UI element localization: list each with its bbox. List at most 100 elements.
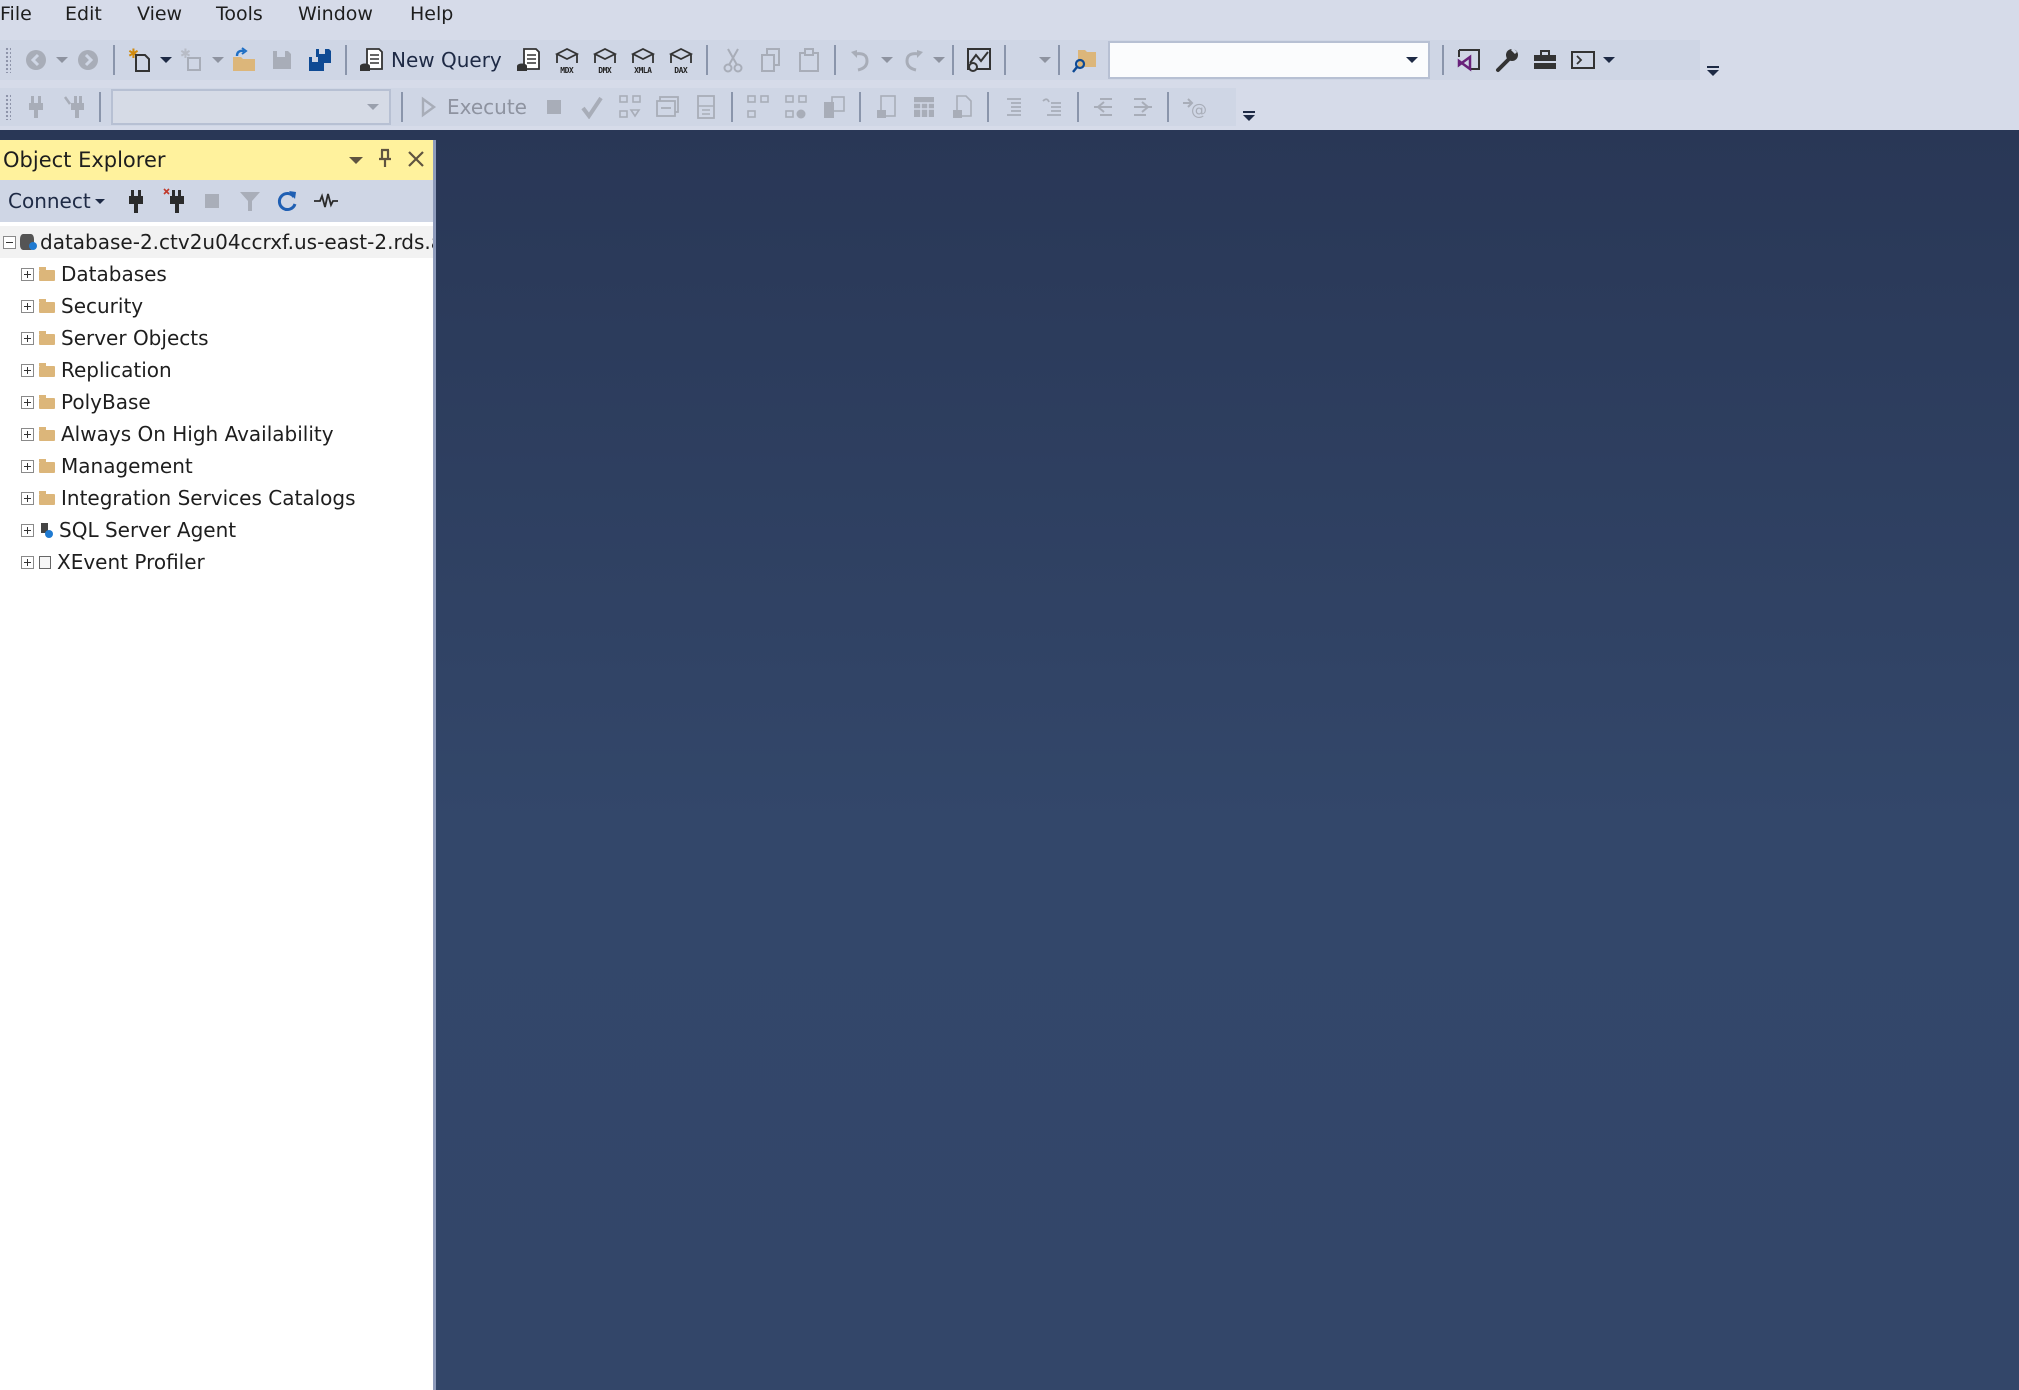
parse-checkmark-icon[interactable] xyxy=(577,92,607,122)
tree-node-server[interactable]: database-2.ctv2u04ccrxf.us-east-2.rds.am… xyxy=(0,226,433,258)
cut-icon[interactable] xyxy=(718,45,748,75)
comment-out-icon[interactable] xyxy=(999,92,1029,122)
open-file-icon[interactable] xyxy=(229,45,259,75)
dax-query-icon[interactable]: DAX xyxy=(666,45,696,75)
intellisense-icon[interactable] xyxy=(691,92,721,122)
forward-arrow-icon[interactable] xyxy=(73,45,103,75)
results-to-file-icon[interactable] xyxy=(947,92,977,122)
toolbar-overflow-icon[interactable] xyxy=(1242,109,1256,123)
toolbar-grip[interactable] xyxy=(5,94,11,120)
expand-icon[interactable] xyxy=(21,491,34,505)
add-item-icon[interactable]: ✱ xyxy=(177,45,207,75)
expand-icon[interactable] xyxy=(21,427,34,441)
toolbox-icon[interactable] xyxy=(1530,45,1560,75)
tree-node-always-on[interactable]: Always On High Availability xyxy=(0,418,433,450)
change-connection-icon[interactable] xyxy=(59,92,89,122)
menu-view[interactable]: View xyxy=(137,3,182,25)
back-arrow-icon[interactable] xyxy=(21,45,51,75)
increase-indent-icon[interactable] xyxy=(1127,92,1157,122)
new-query-icon[interactable] xyxy=(357,45,387,75)
back-dropdown[interactable] xyxy=(55,45,69,75)
new-project-dropdown[interactable] xyxy=(159,45,173,75)
search-combobox[interactable] xyxy=(1107,41,1430,79)
results-to-text-icon[interactable] xyxy=(871,92,901,122)
toolbar-overflow-icon[interactable] xyxy=(1706,64,1720,78)
uncomment-icon[interactable] xyxy=(1037,92,1067,122)
pin-icon[interactable] xyxy=(377,148,393,173)
expand-icon[interactable] xyxy=(21,331,34,345)
expand-icon[interactable] xyxy=(21,459,34,473)
display-estimated-plan-icon[interactable] xyxy=(615,92,645,122)
activity-monitor-icon[interactable] xyxy=(964,45,994,75)
dmx-query-icon[interactable]: DMX xyxy=(590,45,620,75)
filter-icon[interactable] xyxy=(235,186,265,216)
tree-node-sql-server-agent[interactable]: SQL Server Agent xyxy=(0,514,433,546)
solution-config-dropdown[interactable] xyxy=(1038,45,1052,75)
cancel-query-icon[interactable] xyxy=(539,92,569,122)
chevron-down-icon[interactable] xyxy=(367,104,379,110)
new-query-button[interactable]: New Query xyxy=(391,48,502,72)
wrench-icon[interactable] xyxy=(1492,45,1522,75)
chevron-down-icon[interactable] xyxy=(1405,57,1418,63)
menu-tools[interactable]: Tools xyxy=(216,3,263,25)
find-in-files-icon[interactable] xyxy=(1070,45,1100,75)
mdx-query-icon[interactable]: MDX xyxy=(552,45,582,75)
menu-help[interactable]: Help xyxy=(410,3,453,25)
undo-icon[interactable] xyxy=(846,45,876,75)
xmla-query-icon[interactable]: XMLA xyxy=(628,45,658,75)
tree-node-xevent-profiler[interactable]: XEvent Profiler xyxy=(0,546,433,578)
redo-dropdown[interactable] xyxy=(932,45,946,75)
expand-icon[interactable] xyxy=(21,395,34,409)
decrease-indent-icon[interactable] xyxy=(1089,92,1119,122)
tree-node-label: Server Objects xyxy=(61,326,209,350)
tree-node-management[interactable]: Management xyxy=(0,450,433,482)
expand-icon[interactable] xyxy=(21,267,34,281)
add-item-dropdown[interactable] xyxy=(211,45,225,75)
tree-node-databases[interactable]: Databases xyxy=(0,258,433,290)
connect-button[interactable]: Connect xyxy=(8,189,105,213)
menu-file[interactable]: File xyxy=(0,3,32,25)
new-project-icon[interactable]: ✱ xyxy=(125,45,155,75)
paste-icon[interactable] xyxy=(794,45,824,75)
tree-node-polybase[interactable]: PolyBase xyxy=(0,386,433,418)
tree-node-replication[interactable]: Replication xyxy=(0,354,433,386)
tree-node-security[interactable]: Security xyxy=(0,290,433,322)
command-window-dropdown[interactable] xyxy=(1602,45,1616,75)
expand-icon[interactable] xyxy=(21,523,34,537)
execute-button[interactable]: Execute xyxy=(447,95,527,119)
connect-plug-icon[interactable] xyxy=(121,186,151,216)
tree-node-integration-services[interactable]: Integration Services Catalogs xyxy=(0,482,433,514)
folder-icon xyxy=(39,267,55,281)
expand-icon[interactable] xyxy=(21,555,34,569)
collapse-icon[interactable] xyxy=(3,235,16,249)
copy-icon[interactable] xyxy=(756,45,786,75)
command-window-icon[interactable] xyxy=(1568,45,1598,75)
menu-edit[interactable]: Edit xyxy=(65,3,102,25)
database-engine-query-icon[interactable] xyxy=(514,45,544,75)
connect-plug-icon[interactable] xyxy=(21,92,51,122)
close-icon[interactable] xyxy=(407,147,425,173)
specify-template-values-icon[interactable]: @ xyxy=(1179,92,1209,122)
refresh-icon[interactable] xyxy=(273,186,303,216)
undo-dropdown[interactable] xyxy=(880,45,894,75)
menu-window[interactable]: Window xyxy=(298,3,373,25)
execute-play-icon[interactable] xyxy=(413,92,443,122)
window-position-dropdown-icon[interactable] xyxy=(349,157,363,164)
activity-monitor-icon[interactable] xyxy=(311,186,341,216)
visual-studio-icon[interactable] xyxy=(1454,45,1484,75)
tree-node-server-objects[interactable]: Server Objects xyxy=(0,322,433,354)
live-query-statistics-icon[interactable] xyxy=(781,92,811,122)
expand-icon[interactable] xyxy=(21,363,34,377)
toolbar-grip[interactable] xyxy=(5,47,11,73)
include-actual-plan-icon[interactable] xyxy=(743,92,773,122)
redo-icon[interactable] xyxy=(898,45,928,75)
expand-icon[interactable] xyxy=(21,299,34,313)
results-to-grid-icon[interactable] xyxy=(909,92,939,122)
query-options-icon[interactable] xyxy=(653,92,683,122)
disconnect-icon[interactable] xyxy=(159,186,189,216)
save-all-icon[interactable] xyxy=(305,45,335,75)
client-statistics-icon[interactable] xyxy=(819,92,849,122)
save-icon[interactable] xyxy=(267,45,297,75)
available-databases-combobox[interactable] xyxy=(111,89,391,125)
stop-icon[interactable] xyxy=(197,186,227,216)
